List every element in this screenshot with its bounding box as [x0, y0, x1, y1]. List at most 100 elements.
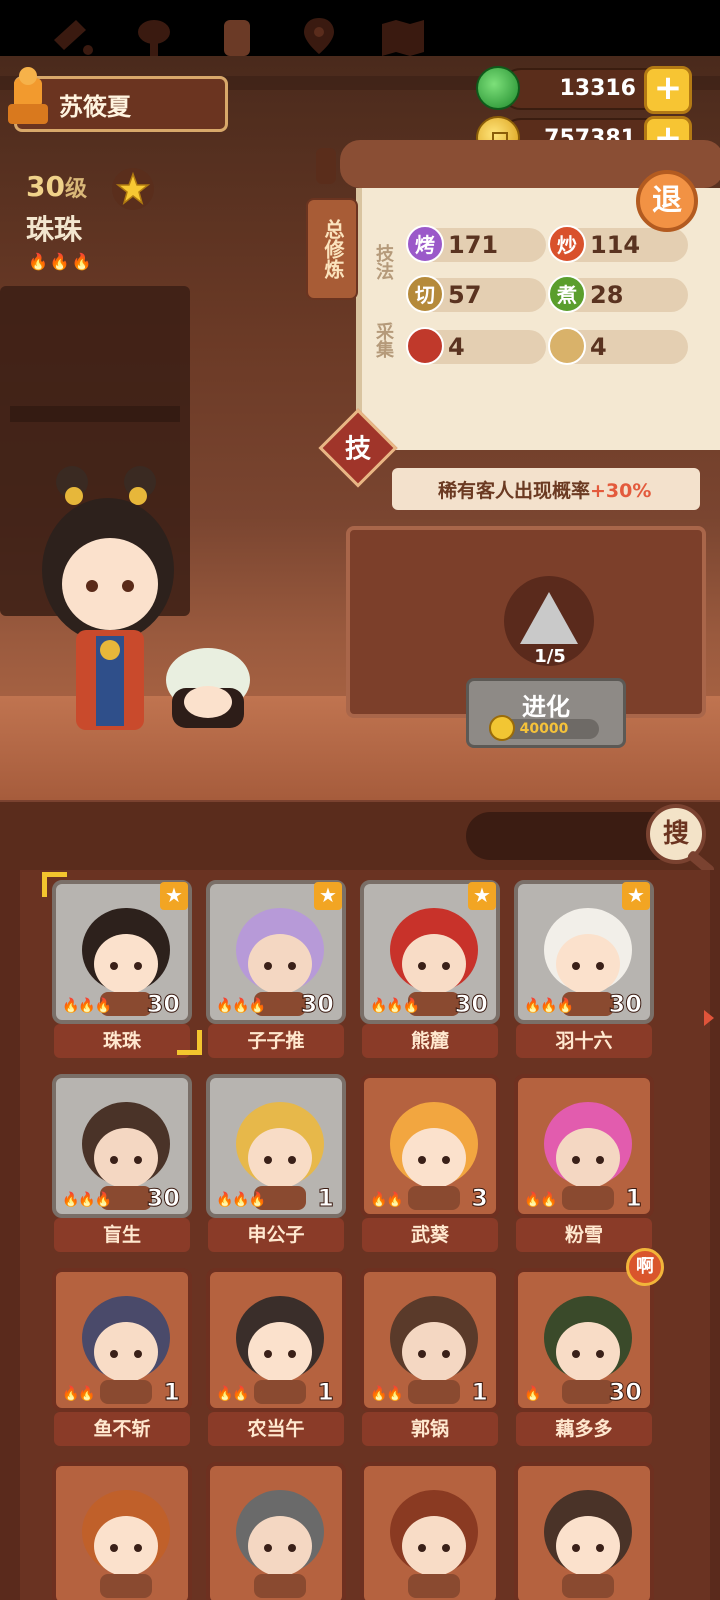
card-flames: 🔥🔥 [216, 1386, 250, 1402]
meat-value: 4 [448, 333, 465, 361]
card-level: 3 [471, 1184, 489, 1213]
card-frame: 🔥🔥 1 [514, 1074, 654, 1218]
roster-card[interactable]: 🔥🔥🔥 30 盲生 [52, 1074, 192, 1252]
card-frame [360, 1462, 500, 1600]
roster-card[interactable]: 🔥🔥 1 郭锅 [360, 1268, 500, 1446]
roster-card[interactable]: 🔥 30 藕多多 啊 [514, 1248, 664, 1446]
add-jade-button[interactable]: + [644, 66, 692, 114]
roster-card[interactable]: 🔥🔥🔥 1 申公子 [206, 1074, 346, 1252]
card-flames: 🔥🔥🔥 [62, 998, 112, 1014]
card-level: 1 [163, 1378, 181, 1407]
stirfry-value: 114 [590, 231, 641, 259]
favorite-star-icon: ★ [622, 882, 650, 910]
bun-icon [548, 327, 586, 365]
evolve-label: 进化 [522, 693, 570, 721]
status-bar [0, 0, 720, 56]
card-name: 鱼不斩 [54, 1412, 190, 1446]
roster-card[interactable]: 🔥🔥 1 粉雪 [514, 1074, 654, 1252]
scroll-knob [316, 148, 336, 184]
pet-portrait [166, 648, 250, 728]
roster-card[interactable]: 🔥🔥🔥 30 羽十六 ★ [514, 880, 654, 1058]
bun-value: 4 [590, 333, 607, 361]
card-name: 珠珠 [54, 1024, 190, 1058]
card-frame: 🔥 30 [514, 1268, 654, 1412]
card-name: 熊麓 [362, 1024, 498, 1058]
cut-icon: 切 [406, 275, 444, 313]
technique-section-label: 技法 [373, 244, 394, 280]
card-portrait [236, 1490, 324, 1598]
total-training-tab[interactable]: 总修炼 [306, 198, 358, 300]
roast-icon: 烤 [406, 225, 444, 263]
card-name: 申公子 [208, 1218, 344, 1252]
exit-button[interactable]: 退 [636, 170, 698, 232]
card-frame: 🔥🔥🔥 1 [206, 1074, 346, 1218]
roster-card[interactable] [360, 1462, 500, 1600]
vegetable-filter-icon[interactable] [130, 14, 180, 58]
meat-filter-icon[interactable] [46, 14, 96, 58]
skill-cut: 切 57 [406, 275, 546, 313]
roster-card[interactable] [206, 1462, 346, 1600]
character-level: 30级 [26, 170, 87, 203]
evolve-button[interactable]: 进化 40000 [466, 678, 626, 748]
card-flames: 🔥🔥🔥 [524, 998, 574, 1014]
roster-card[interactable]: 🔥🔥 1 农当午 [206, 1268, 346, 1446]
card-name: 郭锅 [362, 1412, 498, 1446]
card-level: 30 [300, 990, 334, 1019]
map-hint-filter-icon[interactable] [378, 14, 428, 58]
roster-card[interactable]: 🔥🔥🔥 30 熊麓 ★ [360, 880, 500, 1058]
jade-amount: 13316 [559, 76, 636, 101]
card-frame: 🔥🔥 3 [360, 1074, 500, 1218]
level-number: 30 [26, 170, 65, 203]
gather-bun: 4 [548, 327, 688, 365]
card-name: 羽十六 [516, 1024, 652, 1058]
card-portrait [544, 1490, 632, 1598]
card-frame [514, 1462, 654, 1600]
card-badge: 啊 [626, 1248, 664, 1286]
card-name: 农当午 [208, 1412, 344, 1446]
card-frame: 🔥🔥 1 [206, 1268, 346, 1412]
roster-card[interactable] [52, 1462, 192, 1600]
boil-value: 28 [590, 281, 624, 309]
roster-card[interactable] [514, 1462, 654, 1600]
roster-card[interactable]: 🔥🔥🔥 30 子子推 ★ [206, 880, 346, 1058]
card-level: 1 [317, 1184, 335, 1213]
card-frame [52, 1462, 192, 1600]
bonus-value: +30% [590, 480, 652, 502]
card-frame: 🔥🔥🔥 30 [52, 1074, 192, 1218]
favorite-star-icon: ★ [160, 882, 188, 910]
card-flames: 🔥🔥🔥 [216, 998, 266, 1014]
meat-icon [406, 327, 444, 365]
card-level: 1 [317, 1378, 335, 1407]
card-level: 1 [471, 1378, 489, 1407]
card-flames: 🔥🔥 [370, 1192, 404, 1208]
card-level: 30 [146, 1184, 180, 1213]
character-flame-rating: 🔥🔥🔥 [28, 252, 94, 271]
card-flames: 🔥🔥 [62, 1386, 96, 1402]
star-icon[interactable] [112, 168, 154, 210]
roster-card[interactable]: 🔥🔥🔥 30 珠珠 ★ [42, 872, 202, 1058]
roster-card[interactable]: 🔥🔥 1 鱼不斩 [52, 1268, 192, 1446]
stirfry-icon: 炒 [548, 225, 586, 263]
jade-icon [476, 66, 520, 110]
favorite-star-icon: ★ [314, 882, 342, 910]
level-unit: 级 [64, 177, 87, 202]
card-flames: 🔥🔥 [370, 1386, 404, 1402]
card-frame [206, 1462, 346, 1600]
jar-filter-icon[interactable] [212, 14, 262, 58]
card-level: 30 [146, 990, 180, 1019]
card-portrait [82, 1490, 170, 1598]
roster-card[interactable]: 🔥🔥 3 武葵 [360, 1074, 500, 1252]
chef-avatar-icon[interactable] [4, 64, 52, 128]
jade-currency: 13316 + [500, 66, 692, 114]
location-filter-icon[interactable] [294, 14, 344, 58]
card-name: 藕多多 [516, 1412, 652, 1446]
skill-roast: 烤 171 [406, 225, 546, 263]
player-name: 苏筱夏 [59, 93, 131, 121]
scroll-right-arrow-icon[interactable] [704, 1010, 714, 1026]
bonus-text: 稀有客人出现概率+30% [438, 476, 651, 503]
skill-button-label: 技 [344, 434, 371, 465]
card-frame: 🔥🔥 1 [360, 1268, 500, 1412]
star-shape [115, 171, 151, 205]
card-level: 30 [608, 990, 642, 1019]
evolve-stone-shape [520, 592, 578, 644]
